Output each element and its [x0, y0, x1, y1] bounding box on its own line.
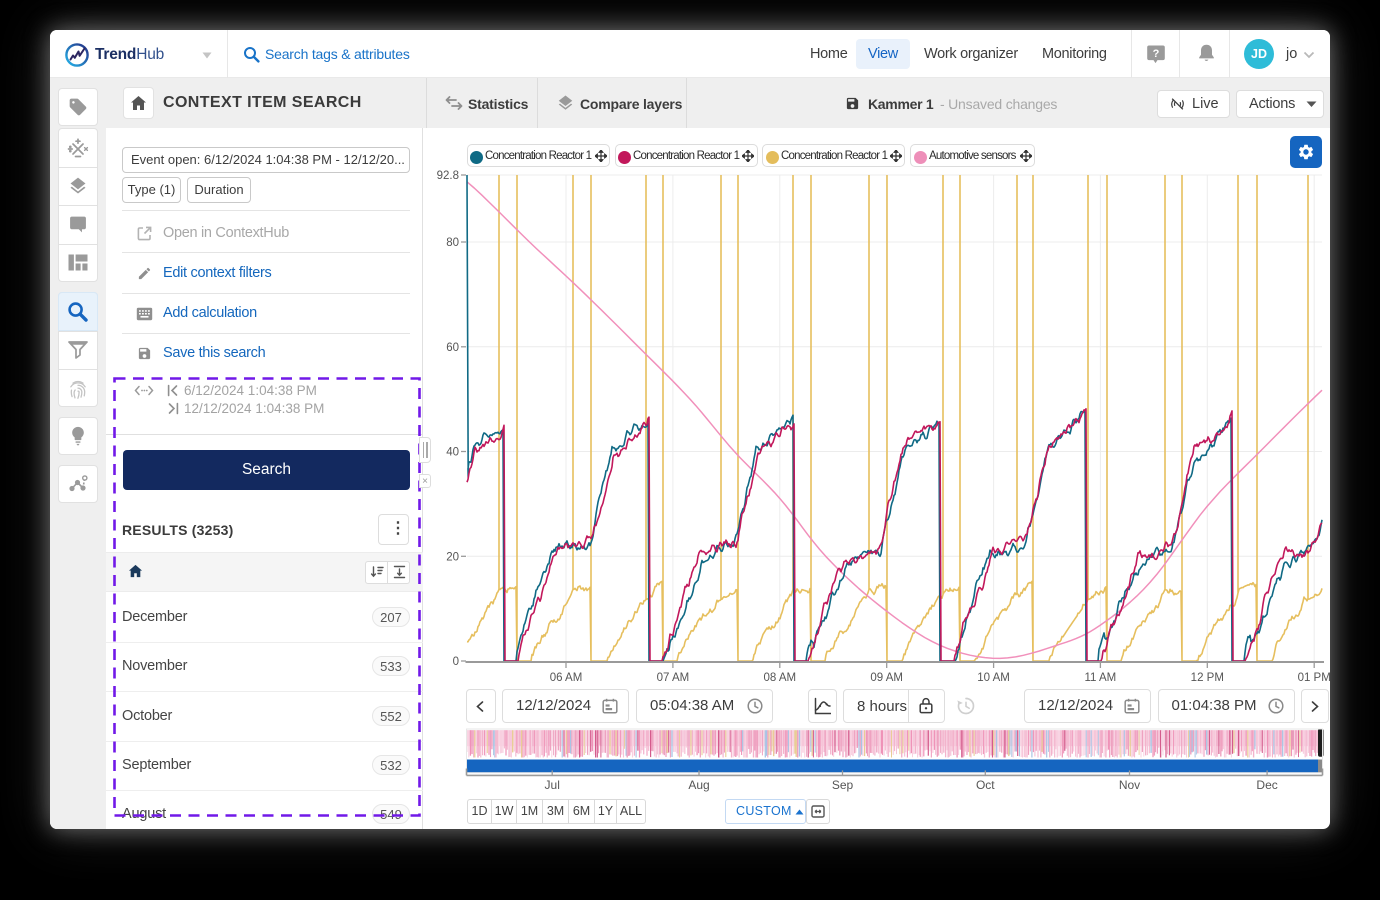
svg-text:07 AM: 07 AM	[657, 672, 690, 684]
svg-text:60: 60	[446, 342, 459, 354]
svg-text:?: ?	[1153, 48, 1160, 60]
svg-text:01 PM: 01 PM	[1298, 672, 1330, 684]
svg-text:40: 40	[446, 447, 459, 459]
svg-text:80: 80	[446, 237, 459, 249]
svg-text:12 PM: 12 PM	[1191, 672, 1224, 684]
svg-text:08 AM: 08 AM	[763, 672, 796, 684]
svg-text:06 AM: 06 AM	[550, 672, 583, 684]
svg-text:Oct: Oct	[976, 778, 995, 792]
svg-text:Jul: Jul	[545, 778, 560, 792]
svg-text:Sep: Sep	[832, 778, 854, 792]
svg-text:09 AM: 09 AM	[870, 672, 903, 684]
svg-text:10 AM: 10 AM	[977, 672, 1010, 684]
svg-text:20: 20	[446, 551, 459, 563]
svg-text:Nov: Nov	[1119, 778, 1140, 792]
svg-text:92.8: 92.8	[437, 170, 459, 182]
svg-text:0: 0	[453, 656, 459, 668]
svg-text:11 AM: 11 AM	[1085, 672, 1117, 684]
svg-text:Dec: Dec	[1256, 778, 1277, 792]
svg-text:Aug: Aug	[688, 778, 709, 792]
